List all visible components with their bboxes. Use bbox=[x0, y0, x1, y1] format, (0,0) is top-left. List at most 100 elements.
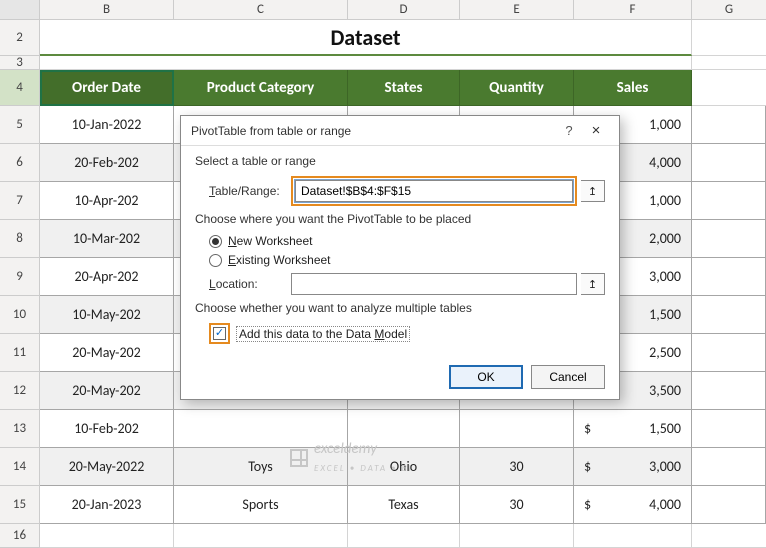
dialog-body: Select a table or range Table/Range: ↥ C… bbox=[181, 146, 619, 359]
cell-state[interactable]: Texas bbox=[348, 486, 460, 524]
cell-empty[interactable] bbox=[692, 220, 766, 258]
row-header[interactable]: 9 bbox=[0, 258, 40, 296]
cell-empty[interactable] bbox=[692, 106, 766, 144]
header-order-date[interactable]: Order Date bbox=[40, 70, 174, 106]
cell-F16[interactable] bbox=[574, 524, 692, 548]
row-header[interactable]: 10 bbox=[0, 296, 40, 334]
header-states[interactable]: States bbox=[348, 70, 460, 106]
table-row: 1420-May-2022ToysOhio30$3,000 bbox=[0, 448, 766, 486]
header-sales[interactable]: Sales bbox=[574, 70, 692, 106]
cell-empty[interactable] bbox=[692, 334, 766, 372]
cell-order-date[interactable]: 20-May-202 bbox=[40, 334, 174, 372]
row-16: 16 bbox=[0, 524, 766, 548]
range-picker-icon[interactable]: ↥ bbox=[581, 180, 605, 202]
row-2: 2 Dataset bbox=[0, 20, 766, 56]
cell-G4[interactable] bbox=[692, 70, 766, 106]
table-range-label: Table/Range: bbox=[209, 184, 291, 198]
col-header-E[interactable]: E bbox=[460, 0, 574, 19]
cell-category[interactable]: Toys bbox=[174, 448, 348, 486]
location-label: Location: bbox=[209, 277, 291, 291]
row-header[interactable]: 11 bbox=[0, 334, 40, 372]
spacer-cell[interactable] bbox=[40, 56, 692, 70]
radio-icon bbox=[209, 254, 222, 267]
checkbox-icon: ✓ bbox=[213, 327, 226, 340]
cell-order-date[interactable]: 10-Feb-202 bbox=[40, 410, 174, 448]
col-header-C[interactable]: C bbox=[174, 0, 348, 19]
col-header-G[interactable]: G bbox=[692, 0, 766, 19]
row-header-2[interactable]: 2 bbox=[0, 20, 40, 56]
col-header-B[interactable]: B bbox=[40, 0, 174, 19]
cell-G2[interactable] bbox=[692, 20, 766, 56]
row-header[interactable]: 8 bbox=[0, 220, 40, 258]
cell-empty[interactable] bbox=[692, 258, 766, 296]
close-icon[interactable]: × bbox=[581, 122, 611, 139]
cell-order-date[interactable]: 10-Mar-202 bbox=[40, 220, 174, 258]
row-header[interactable]: 12 bbox=[0, 372, 40, 410]
cell-sales[interactable]: $3,000 bbox=[574, 448, 692, 486]
radio-existing-label: Existing Worksheet bbox=[228, 253, 331, 267]
location-picker-icon[interactable]: ↥ bbox=[581, 273, 605, 295]
location-input[interactable] bbox=[291, 273, 577, 295]
cell-D16[interactable] bbox=[348, 524, 460, 548]
cell-order-date[interactable]: 20-May-2022 bbox=[40, 448, 174, 486]
cell-order-date[interactable]: 20-Feb-202 bbox=[40, 144, 174, 182]
section-placement: Choose where you want the PivotTable to … bbox=[195, 212, 605, 226]
cell-E16[interactable] bbox=[460, 524, 574, 548]
corner-cell[interactable] bbox=[0, 0, 40, 19]
cell-category[interactable] bbox=[174, 410, 348, 448]
cell-qty[interactable]: 30 bbox=[460, 486, 574, 524]
table-range-input[interactable] bbox=[295, 180, 573, 202]
cell-C16[interactable] bbox=[174, 524, 348, 548]
row-header[interactable]: 13 bbox=[0, 410, 40, 448]
cell-qty[interactable]: 30 bbox=[460, 448, 574, 486]
cell-order-date[interactable]: 20-Apr-202 bbox=[40, 258, 174, 296]
row-header-16[interactable]: 16 bbox=[0, 524, 40, 548]
cell-empty[interactable] bbox=[692, 486, 766, 524]
cell-state[interactable]: Ohio bbox=[348, 448, 460, 486]
table-range-row: Table/Range: ↥ bbox=[209, 176, 605, 206]
cell-order-date[interactable]: 10-Apr-202 bbox=[40, 182, 174, 220]
row-header[interactable]: 6 bbox=[0, 144, 40, 182]
cell-B16[interactable] bbox=[40, 524, 174, 548]
cell-sales[interactable]: $1,500 bbox=[574, 410, 692, 448]
row-3: 3 bbox=[0, 56, 766, 70]
col-header-F[interactable]: F bbox=[574, 0, 692, 19]
row-header[interactable]: 15 bbox=[0, 486, 40, 524]
cell-qty[interactable] bbox=[460, 410, 574, 448]
table-row: 1310-Feb-202 $1,500 bbox=[0, 410, 766, 448]
title-cell[interactable]: Dataset bbox=[40, 20, 692, 56]
cell-empty[interactable] bbox=[692, 372, 766, 410]
row-header[interactable]: 7 bbox=[0, 182, 40, 220]
cell-order-date[interactable]: 20-May-202 bbox=[40, 372, 174, 410]
cell-empty[interactable] bbox=[692, 448, 766, 486]
radio-existing-worksheet[interactable]: Existing Worksheet bbox=[209, 253, 605, 267]
row-header[interactable]: 5 bbox=[0, 106, 40, 144]
row-header-4[interactable]: 4 bbox=[0, 70, 40, 106]
cancel-button[interactable]: Cancel bbox=[531, 365, 605, 389]
cell-order-date[interactable]: 20-Jan-2023 bbox=[40, 486, 174, 524]
cell-empty[interactable] bbox=[692, 182, 766, 220]
checkbox-data-model-row[interactable]: ✓ Add this data to the Data Model bbox=[209, 323, 605, 344]
row-header-3[interactable]: 3 bbox=[0, 56, 40, 70]
column-header-row: B C D E F G bbox=[0, 0, 766, 20]
dialog-buttons: OK Cancel bbox=[181, 359, 619, 399]
cell-order-date[interactable]: 10-Jan-2022 bbox=[40, 106, 174, 144]
ok-button[interactable]: OK bbox=[449, 365, 523, 389]
cell-state[interactable] bbox=[348, 410, 460, 448]
cell-empty[interactable] bbox=[692, 296, 766, 334]
cell-category[interactable]: Sports bbox=[174, 486, 348, 524]
cell-sales[interactable]: $4,000 bbox=[574, 486, 692, 524]
help-icon[interactable]: ? bbox=[557, 123, 581, 138]
checkbox-highlight: ✓ bbox=[209, 323, 230, 344]
radio-new-worksheet[interactable]: New Worksheet bbox=[209, 234, 605, 248]
cell-G16[interactable] bbox=[692, 524, 766, 548]
row-header[interactable]: 14 bbox=[0, 448, 40, 486]
cell-G3[interactable] bbox=[692, 56, 766, 70]
cell-empty[interactable] bbox=[692, 410, 766, 448]
cell-empty[interactable] bbox=[692, 144, 766, 182]
cell-order-date[interactable]: 10-May-202 bbox=[40, 296, 174, 334]
dialog-titlebar[interactable]: PivotTable from table or range ? × bbox=[181, 116, 619, 146]
header-quantity[interactable]: Quantity bbox=[460, 70, 574, 106]
col-header-D[interactable]: D bbox=[348, 0, 460, 19]
header-product-category[interactable]: Product Category bbox=[174, 70, 348, 106]
